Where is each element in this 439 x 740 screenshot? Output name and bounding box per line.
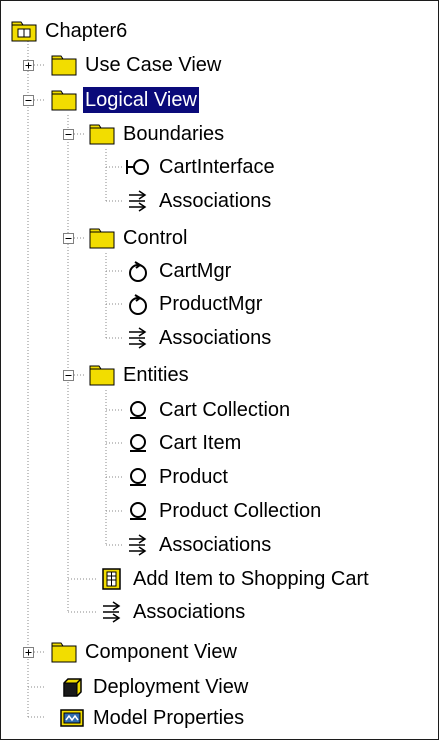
folder-icon <box>89 225 115 251</box>
tree-item-label: Product <box>159 466 228 488</box>
tree-item-product-collection[interactable]: Product Collection <box>125 494 323 528</box>
control-class-icon <box>125 291 151 317</box>
tree-item-associations[interactable]: Associations <box>125 184 273 218</box>
tree-item-product[interactable]: Product <box>125 460 230 494</box>
folder-icon <box>89 121 115 147</box>
tree-item-cartmgr[interactable]: CartMgr <box>125 254 233 288</box>
tree-item-label: Deployment View <box>93 676 249 698</box>
associations-icon <box>125 325 151 351</box>
tree-item-label: Product Collection <box>159 500 322 522</box>
tree-item-label: Model Properties <box>93 707 245 729</box>
collapse-entities[interactable] <box>63 370 74 381</box>
tree-item-deployment-view[interactable]: Deployment View <box>59 670 250 704</box>
tree-item-label: CartInterface <box>159 156 275 178</box>
expand-component-view[interactable] <box>23 647 34 658</box>
tree-item-component-view[interactable]: Component View <box>51 635 239 669</box>
tree-item-label: Component View <box>85 641 237 663</box>
associations-icon <box>99 599 125 625</box>
tree-item-label: Associations <box>159 534 272 556</box>
folder-icon <box>51 52 77 78</box>
collapse-boundaries[interactable] <box>63 129 74 140</box>
boundary-class-icon <box>125 154 151 180</box>
tree-item-boundaries[interactable]: Boundaries <box>89 117 226 151</box>
tree-item-label: Use Case View <box>85 54 222 76</box>
model-browser-tree: Chapter6 Use Case View Logical View Boun… <box>0 0 439 740</box>
folder-icon <box>89 362 115 388</box>
tree-item-label: Entities <box>123 364 189 386</box>
entity-class-icon <box>125 464 151 490</box>
tree-item-label: Cart Item <box>159 432 242 454</box>
associations-icon <box>125 532 151 558</box>
diagram-icon <box>99 566 125 592</box>
tree-item-label: Cart Collection <box>159 399 291 421</box>
tree-item-associations[interactable]: Associations <box>99 595 247 629</box>
tree-item-cartinterface[interactable]: CartInterface <box>125 150 277 184</box>
tree-item-control[interactable]: Control <box>89 221 189 255</box>
control-class-icon <box>125 258 151 284</box>
entity-class-icon <box>125 430 151 456</box>
tree-item-label: Associations <box>159 327 272 349</box>
tree-item-label: Add Item to Shopping Cart <box>133 568 369 590</box>
entity-class-icon <box>125 498 151 524</box>
tree-item-model-properties[interactable]: Model Properties <box>59 701 246 735</box>
tree-item-use-case-view[interactable]: Use Case View <box>51 48 223 82</box>
tree-item-label: CartMgr <box>159 260 232 282</box>
expand-use-case-view[interactable] <box>23 60 34 71</box>
collapse-logical-view[interactable] <box>23 95 34 106</box>
tree-item-chapter6[interactable]: Chapter6 <box>11 14 129 48</box>
tree-item-label: Logical View <box>83 87 199 113</box>
tree-item-label: Chapter6 <box>45 20 128 42</box>
tree-item-associations[interactable]: Associations <box>125 321 273 355</box>
tree-item-cart-collection[interactable]: Cart Collection <box>125 393 292 427</box>
folder-icon <box>51 639 77 665</box>
tree-item-associations[interactable]: Associations <box>125 528 273 562</box>
tree-item-cart-item[interactable]: Cart Item <box>125 426 243 460</box>
entity-class-icon <box>125 397 151 423</box>
tree-item-label: Boundaries <box>123 123 225 145</box>
tree-item-label: Associations <box>133 601 246 623</box>
tree-item-productmgr[interactable]: ProductMgr <box>125 287 264 321</box>
tree-item-label: Associations <box>159 190 272 212</box>
tree-item-label: ProductMgr <box>159 293 263 315</box>
tree-item-add-item-diagram[interactable]: Add Item to Shopping Cart <box>99 562 371 596</box>
tree-item-label: Control <box>123 227 188 249</box>
model-properties-icon <box>59 705 85 731</box>
associations-icon <box>125 188 151 214</box>
folder-icon <box>51 87 77 113</box>
tree-item-logical-view[interactable]: Logical View <box>51 83 199 117</box>
tree-item-entities[interactable]: Entities <box>89 358 191 392</box>
package-icon <box>11 18 37 44</box>
deployment-icon <box>59 674 85 700</box>
collapse-control[interactable] <box>63 233 74 244</box>
